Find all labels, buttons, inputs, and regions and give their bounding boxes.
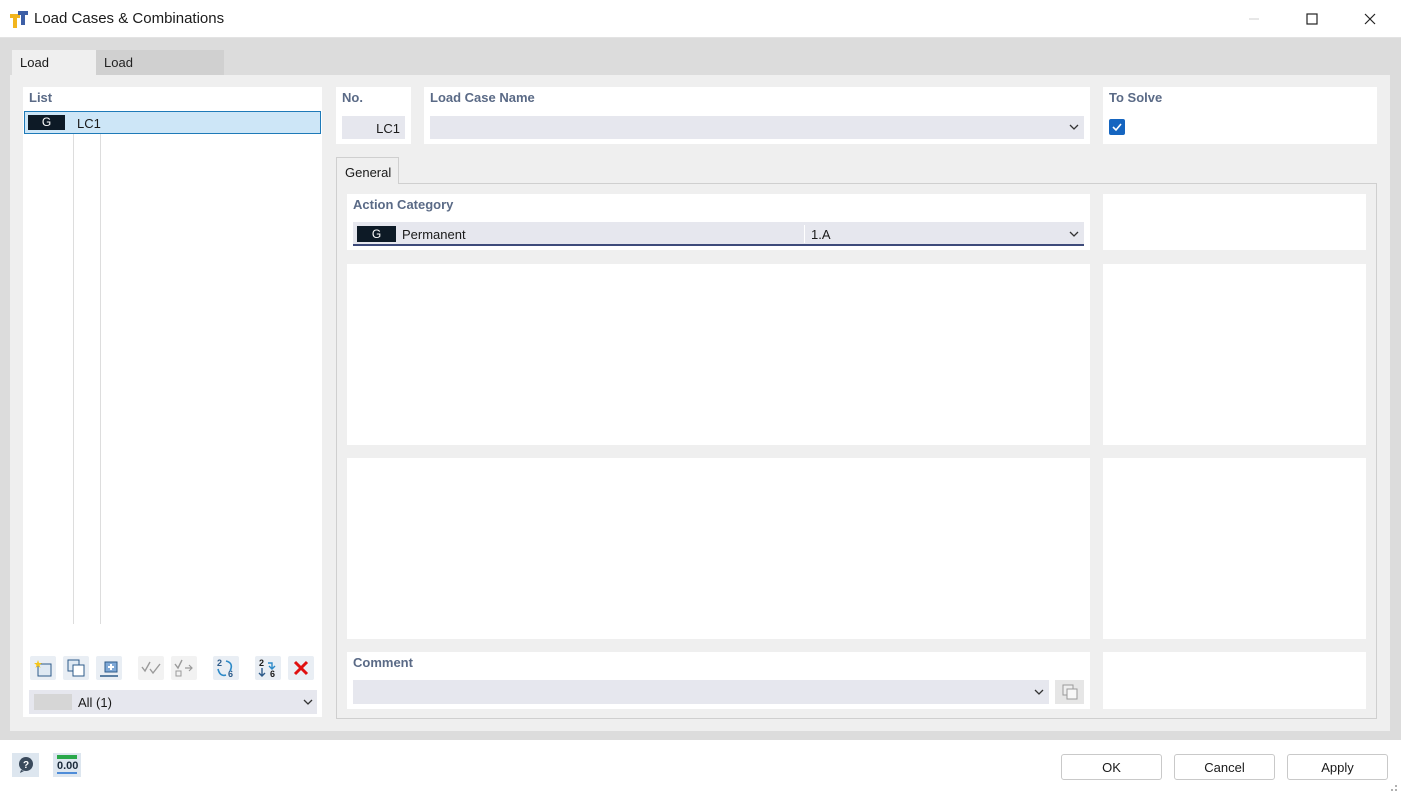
empty-panel	[347, 458, 1090, 639]
close-icon	[1364, 13, 1376, 25]
chevron-down-icon	[1068, 228, 1080, 243]
copy-icon	[67, 659, 85, 677]
combo-divider	[804, 225, 805, 243]
list-filter-value: All (1)	[78, 695, 112, 710]
new-icon	[34, 660, 52, 677]
list-column-divider	[73, 134, 74, 624]
list-item[interactable]	[24, 111, 321, 134]
no-value: LC1	[376, 121, 400, 136]
side-panel	[1103, 652, 1366, 709]
copy-load-case-button[interactable]	[63, 656, 89, 680]
checkmark-icon	[1112, 123, 1122, 132]
close-button[interactable]	[1341, 0, 1399, 38]
tab-general[interactable]: General	[336, 157, 399, 184]
renumber-order-button[interactable]: 2 6	[255, 656, 281, 680]
minimize-button[interactable]	[1225, 0, 1283, 38]
comment-input[interactable]	[353, 680, 1049, 704]
list-filter-select[interactable]	[29, 690, 317, 714]
to-solve-checkbox[interactable]	[1109, 119, 1125, 135]
comment-library-button[interactable]	[1055, 680, 1084, 704]
empty-panel	[347, 264, 1090, 445]
action-category-name: Permanent	[402, 227, 466, 242]
renumber-button[interactable]: 2 6	[213, 656, 239, 680]
delete-icon	[293, 660, 309, 676]
import-load-case-button[interactable]	[96, 656, 122, 680]
check-all-icon	[141, 661, 161, 675]
action-category-code: G	[357, 226, 396, 242]
apply-button[interactable]: Apply	[1287, 754, 1388, 780]
chevron-down-icon	[1068, 121, 1080, 136]
filter-color-swatch	[34, 694, 72, 710]
minimize-icon	[1249, 18, 1259, 20]
uncheck-icon	[174, 659, 193, 677]
list-panel	[23, 87, 322, 717]
units-label: 0.00	[57, 760, 79, 772]
action-category-code: G	[28, 115, 65, 130]
svg-text:?: ?	[23, 760, 29, 771]
maximize-button[interactable]	[1283, 0, 1341, 38]
action-category-type: 1.A	[811, 227, 831, 242]
chevron-down-icon	[302, 696, 314, 711]
resize-grip-icon[interactable]	[1388, 780, 1398, 795]
check-all-button[interactable]	[138, 656, 164, 680]
renumber-order-icon: 2 6	[258, 658, 276, 679]
load-case-name-input[interactable]	[430, 116, 1084, 139]
load-case-name-label: Load Case Name	[430, 90, 535, 105]
svg-text:2: 2	[259, 658, 264, 668]
svg-text:2: 2	[217, 658, 222, 668]
no-label: No.	[342, 90, 363, 105]
to-solve-label: To Solve	[1109, 90, 1163, 105]
window-title: Load Cases & Combinations	[34, 10, 225, 27]
side-panel	[1103, 264, 1366, 445]
list-column-divider	[100, 134, 101, 624]
ok-button[interactable]: OK	[1061, 754, 1162, 780]
comment-label: Comment	[353, 655, 413, 670]
uncheck-button[interactable]	[171, 656, 197, 680]
copy-icon	[1062, 684, 1077, 700]
help-icon: ?	[18, 757, 33, 773]
renumber-icon: 2 6	[217, 658, 233, 679]
delete-button[interactable]	[288, 656, 314, 680]
rfem-app-icon	[9, 9, 29, 29]
action-category-label: Action Category	[353, 197, 454, 212]
tab-load-cases[interactable]: Load Cases	[12, 50, 96, 96]
new-load-case-button[interactable]	[30, 656, 56, 680]
list-item-label: LC1	[77, 116, 101, 131]
chevron-down-icon	[1033, 686, 1045, 701]
maximize-icon	[1306, 13, 1318, 25]
side-panel	[1103, 458, 1366, 639]
import-icon	[100, 661, 118, 677]
tab-load-combinations[interactable]: Load Combinations	[96, 50, 224, 96]
help-button[interactable]: ?	[12, 753, 39, 777]
cancel-button[interactable]: Cancel	[1174, 754, 1275, 780]
side-panel	[1103, 194, 1366, 250]
units-button[interactable]: 0.00	[53, 753, 81, 777]
list-header: List	[29, 90, 53, 105]
svg-text:6: 6	[270, 669, 275, 679]
